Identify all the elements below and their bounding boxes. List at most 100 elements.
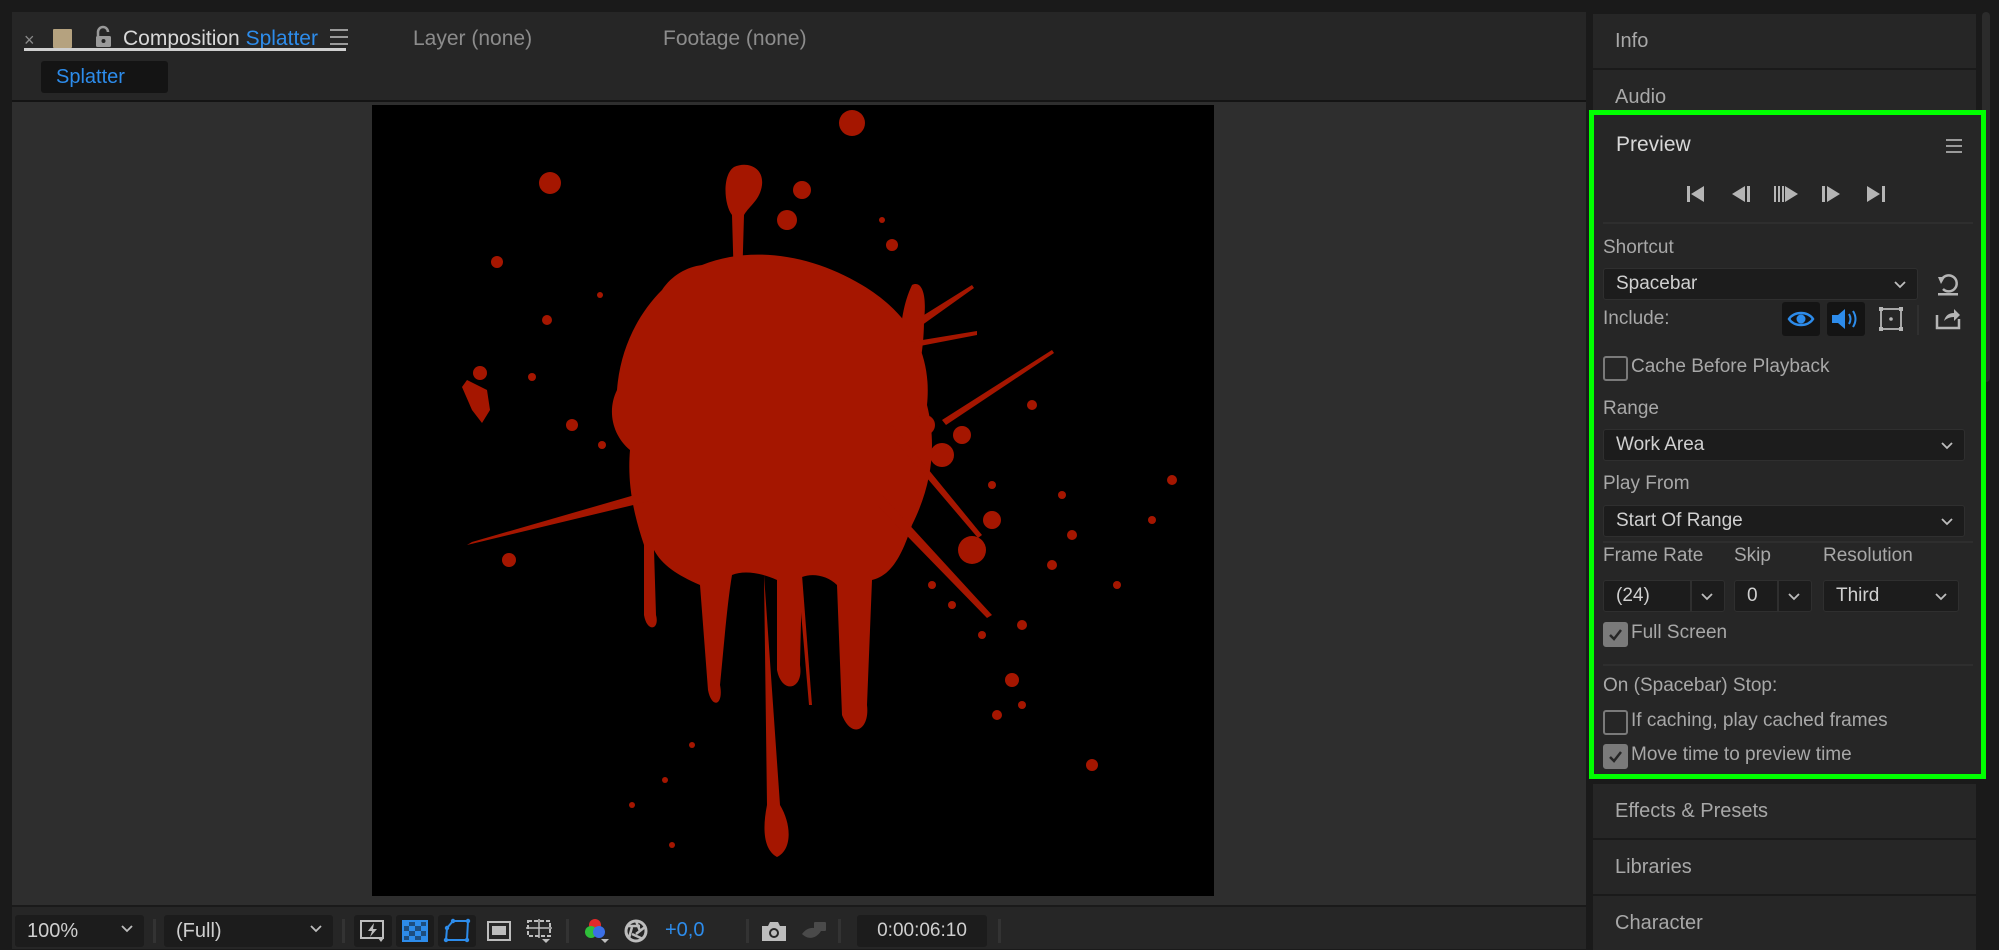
active-tab-indicator [24, 48, 346, 51]
exposure-value[interactable]: +0,0 [665, 919, 704, 942]
label-color-swatch[interactable] [53, 29, 72, 48]
composition-navigator-chip[interactable]: Splatter [41, 61, 168, 93]
hamburger-menu-icon[interactable] [330, 29, 348, 45]
toolbar-separator [838, 919, 841, 943]
include-audio-toggle[interactable] [1827, 302, 1865, 336]
overlays-icon [1879, 307, 1903, 331]
play-stop-icon[interactable] [1769, 179, 1803, 209]
effects-presets-panel-tab[interactable]: Effects & Presets [1593, 784, 1976, 838]
chevron-down-icon [1894, 281, 1906, 289]
character-label: Character [1615, 912, 1703, 934]
tab-footage[interactable]: Footage (none) [663, 27, 807, 51]
if-caching-label[interactable]: If caching, play cached frames [1631, 710, 1888, 732]
info-panel-tab[interactable]: Info [1593, 14, 1976, 68]
frame-rate-value: (24) [1616, 585, 1650, 606]
color-channels-button[interactable] [577, 915, 615, 947]
chevron-down-icon [1935, 593, 1947, 601]
grid-guides-button[interactable] [520, 915, 558, 947]
resolution-dropdown[interactable]: Third [1823, 580, 1959, 612]
transparency-grid-button[interactable] [396, 915, 434, 947]
next-frame-icon[interactable] [1814, 179, 1848, 209]
play-from-value: Start Of Range [1616, 510, 1743, 531]
move-time-label[interactable]: Move time to preview time [1631, 744, 1852, 766]
character-panel-tab[interactable]: Character [1593, 896, 1976, 950]
dropdown-divider [1777, 581, 1779, 611]
fast-previews-icon [360, 920, 384, 942]
section-divider [1603, 222, 1973, 224]
libraries-panel-tab[interactable]: Libraries [1593, 840, 1976, 894]
first-frame-icon[interactable] [1679, 179, 1713, 209]
include-overlays-toggle[interactable] [1872, 302, 1910, 336]
mask-visibility-button[interactable] [438, 915, 476, 947]
info-panel-label: Info [1615, 30, 1649, 52]
reset-shortcut-button[interactable] [1929, 267, 1967, 301]
chevron-down-icon [1941, 518, 1953, 526]
snapshot-camera-icon [762, 922, 786, 941]
chevron-down-icon [1788, 593, 1800, 601]
composition-viewer[interactable] [12, 102, 1586, 905]
play-from-dropdown[interactable]: Start Of Range [1603, 505, 1965, 537]
composition-panel: × Composition Splatter Layer (none) Foot… [12, 12, 1586, 949]
current-time-display[interactable]: 0:00:06:10 [857, 915, 987, 947]
move-time-checkbox[interactable] [1603, 744, 1628, 769]
include-video-toggle[interactable] [1782, 302, 1820, 336]
take-snapshot-button[interactable] [755, 915, 793, 947]
frame-rate-dropdown[interactable]: (24) [1603, 580, 1725, 612]
section-divider [1603, 541, 1973, 543]
speaker-icon [1832, 309, 1857, 329]
previous-frame-icon[interactable] [1724, 179, 1758, 209]
grid-guides-icon [526, 919, 552, 943]
if-caching-checkbox[interactable] [1603, 710, 1628, 735]
audio-panel-label: Audio [1615, 86, 1667, 108]
reset-exposure-button[interactable] [617, 915, 655, 947]
region-of-interest-icon [487, 921, 511, 941]
toolbar-separator [342, 919, 345, 943]
skip-value: 0 [1747, 585, 1758, 606]
show-snapshot-button[interactable] [795, 915, 833, 947]
fast-previews-button[interactable] [354, 915, 392, 947]
preview-panel-title: Preview [1616, 133, 1691, 156]
cache-before-playback-label[interactable]: Cache Before Playback [1631, 356, 1830, 378]
tab-layer[interactable]: Layer (none) [413, 27, 532, 51]
chevron-down-icon [121, 925, 133, 933]
eye-icon [1787, 311, 1815, 327]
export-icon [1935, 309, 1961, 330]
resolution-value: (Full) [176, 920, 222, 942]
toolbar-separator [746, 919, 749, 943]
reset-exposure-icon [624, 919, 648, 943]
unlocked-icon[interactable] [93, 25, 115, 49]
range-label: Range [1603, 398, 1659, 419]
chevron-down-icon [310, 925, 322, 933]
composition-panel-header: × Composition Splatter Layer (none) Foot… [12, 12, 1586, 102]
transport-controls [1679, 179, 1899, 209]
cache-before-playback-checkbox[interactable] [1603, 356, 1628, 381]
toolbar-separator [1917, 305, 1919, 335]
resolution-value: Third [1836, 585, 1880, 606]
full-screen-label[interactable]: Full Screen [1631, 622, 1727, 644]
range-value: Work Area [1616, 434, 1705, 455]
dropdown-divider [1690, 581, 1692, 611]
export-settings-button[interactable] [1929, 301, 1967, 335]
resolution-dropdown[interactable]: (Full) [164, 915, 333, 947]
play-from-label: Play From [1603, 473, 1690, 494]
hamburger-menu-icon[interactable] [1946, 139, 1962, 153]
preview-panel: Preview Shortcut Spacebar Include: Cache… [1589, 110, 1986, 779]
full-screen-checkbox[interactable] [1603, 622, 1628, 647]
shortcut-dropdown[interactable]: Spacebar [1603, 268, 1918, 300]
skip-dropdown[interactable]: 0 [1734, 580, 1812, 612]
composition-frame[interactable] [372, 105, 1214, 896]
checkmark-icon [1609, 629, 1622, 641]
magnification-dropdown[interactable]: 100% [15, 915, 144, 947]
reset-icon [1938, 274, 1958, 296]
last-frame-icon[interactable] [1859, 179, 1893, 209]
viewer-toolbar: 100% (Full) +0,0 0:00:06:10 [12, 905, 1586, 949]
resolution-label: Resolution [1823, 545, 1913, 566]
chevron-down-icon [1701, 593, 1713, 601]
toolbar-separator [998, 919, 1001, 943]
frame-rate-label: Frame Rate [1603, 545, 1704, 566]
shortcut-value: Spacebar [1616, 273, 1698, 294]
color-channels-icon [585, 919, 609, 943]
range-dropdown[interactable]: Work Area [1603, 429, 1965, 461]
mask-path-visibility-icon [443, 918, 471, 943]
region-of-interest-button[interactable] [480, 915, 518, 947]
